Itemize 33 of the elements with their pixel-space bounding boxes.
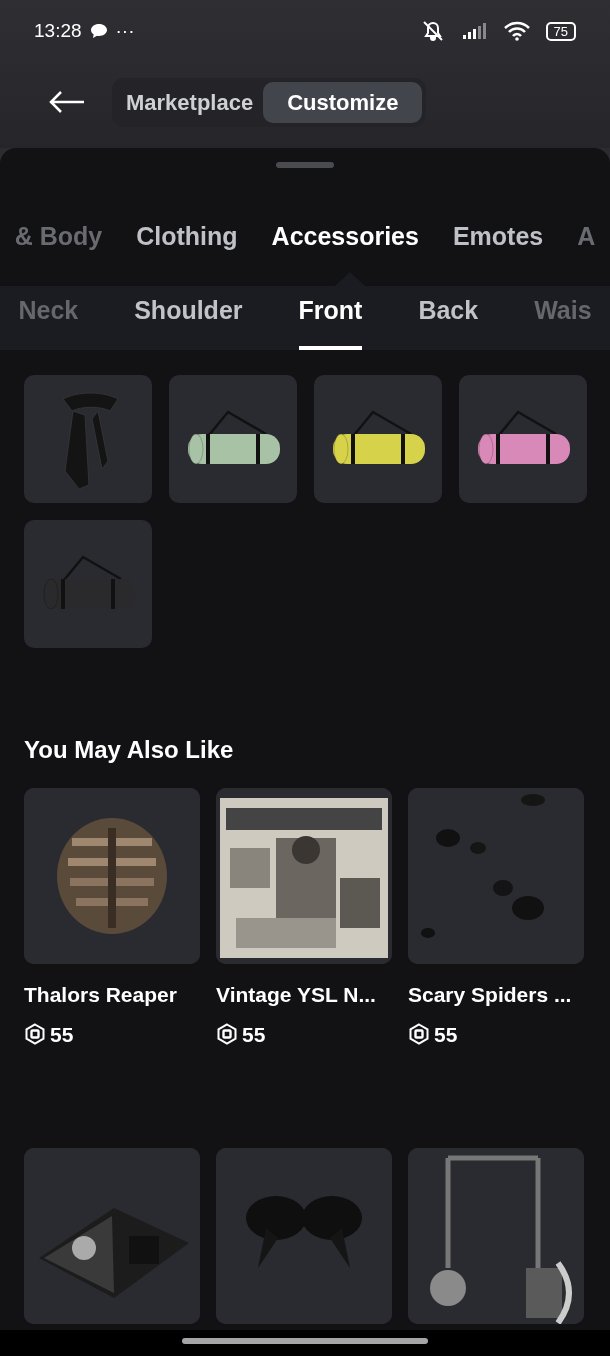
section-title: You May Also Like xyxy=(24,735,235,765)
item-tile[interactable] xyxy=(459,375,587,503)
currency-icon xyxy=(24,1023,46,1046)
currency-icon xyxy=(408,1023,430,1046)
category-tab[interactable]: Clothing xyxy=(119,218,255,256)
item-tile[interactable] xyxy=(169,375,297,503)
segment-tab[interactable]: Marketplace xyxy=(116,81,264,123)
chat-icon xyxy=(89,22,108,40)
subcategory-tab[interactable]: Back xyxy=(418,286,479,350)
item-tile[interactable] xyxy=(314,375,442,503)
item-price: 55 xyxy=(50,1021,74,1048)
back-button[interactable] xyxy=(48,89,86,115)
currency-icon xyxy=(216,1023,238,1046)
subcategory-tab[interactable]: Shoulder xyxy=(134,286,243,350)
wifi-icon xyxy=(503,21,530,41)
item-name: Scary Spiders ... xyxy=(408,982,573,1008)
item-tile[interactable] xyxy=(24,520,152,648)
segment-tab[interactable]: Customize xyxy=(263,81,423,123)
item-price: 55 xyxy=(242,1021,266,1048)
item-name: Thalors Reaper xyxy=(24,982,178,1008)
more-notifications: ··· xyxy=(115,18,135,43)
drag-handle[interactable] xyxy=(276,162,334,168)
category-tab[interactable]: Emotes xyxy=(435,218,561,256)
subcategory-tab[interactable]: Front xyxy=(298,286,363,350)
signal-icon xyxy=(461,22,488,40)
item-tile[interactable] xyxy=(24,375,152,503)
status-time: 13:28 xyxy=(34,18,82,43)
category-tab[interactable]: A xyxy=(560,218,610,256)
category-tab[interactable]: & Body xyxy=(0,218,120,256)
item-price: 55 xyxy=(434,1021,458,1048)
category-tab[interactable]: Accessories xyxy=(254,218,436,256)
battery-indicator: 75 xyxy=(545,21,576,41)
item-name: Vintage YSL N... xyxy=(216,982,377,1008)
